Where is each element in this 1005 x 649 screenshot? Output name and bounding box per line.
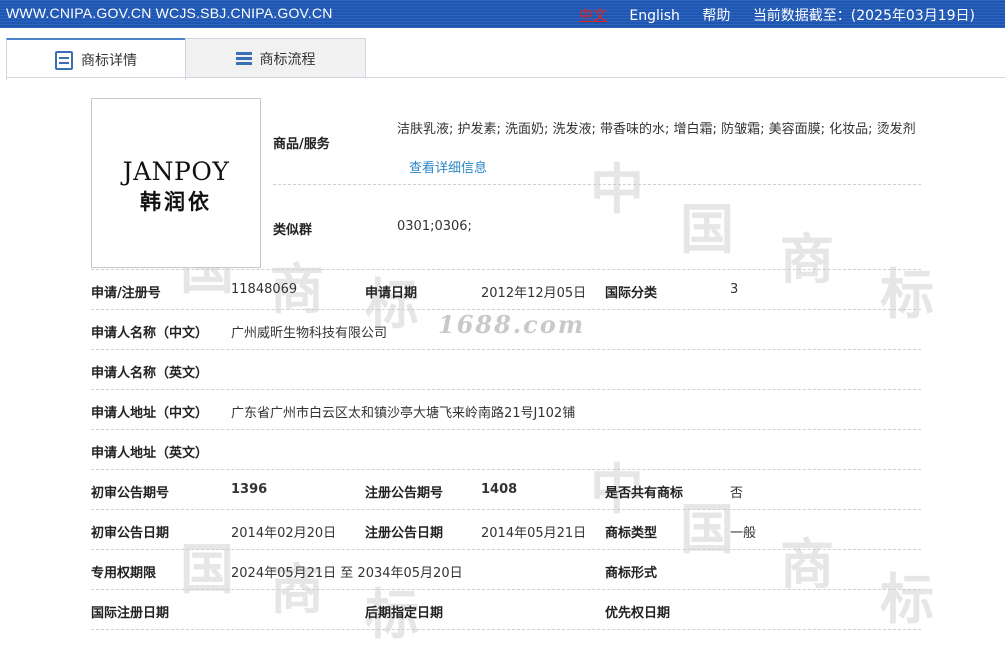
watermark-char: 商 bbox=[780, 228, 834, 291]
address-cn-value: 广东省广州市白云区太和镇沙亭大塘飞来岭南路21号J102铺 bbox=[231, 406, 576, 421]
reg-pub-date-value: 2014年05月21日 bbox=[481, 526, 587, 541]
divider bbox=[91, 349, 921, 350]
address-cn-label: 申请人地址（中文） bbox=[91, 406, 209, 421]
apply-date-value: 2012年12月05日 bbox=[481, 286, 587, 301]
document-icon bbox=[55, 50, 73, 70]
tm-type-value: 一般 bbox=[730, 526, 757, 541]
exclusive-value: 2024年05月21日 至 2034年05月20日 bbox=[231, 566, 463, 581]
help-link[interactable]: 帮助 bbox=[702, 8, 730, 24]
address-en-label: 申请人地址（英文） bbox=[91, 446, 209, 461]
shared-label: 是否共有商标 bbox=[605, 486, 684, 501]
reg-pub-no-label: 注册公告期号 bbox=[365, 486, 444, 501]
later-date-label: 后期指定日期 bbox=[365, 606, 444, 621]
tab-label: 商标流程 bbox=[259, 51, 316, 68]
top-bar-right: 中文 English 帮助 当前数据截至：(2025年03月19日) bbox=[561, 5, 975, 25]
tab-label: 商标详情 bbox=[81, 53, 137, 69]
watermark-char: 标 bbox=[880, 568, 934, 631]
prelim-date-label: 初审公告日期 bbox=[91, 526, 170, 541]
lang-chinese-link[interactable]: 中文 bbox=[579, 8, 607, 24]
top-bar: WWW.CNIPA.GOV.CN WCJS.SBJ.CNIPA.GOV.CN 中… bbox=[0, 0, 1005, 28]
watermark-char: 国 bbox=[180, 538, 234, 601]
list-icon bbox=[235, 51, 252, 66]
similar-group-value: 0301;0306; bbox=[397, 219, 472, 234]
priority-date-label: 优先权日期 bbox=[605, 606, 671, 621]
shared-value: 否 bbox=[730, 486, 744, 501]
tm-type-label: 商标类型 bbox=[605, 526, 658, 541]
intl-reg-date-label: 国际注册日期 bbox=[91, 606, 170, 621]
intl-class-label: 国际分类 bbox=[605, 286, 658, 301]
divider bbox=[91, 269, 921, 270]
applicant-en-label: 申请人名称（英文） bbox=[91, 366, 209, 381]
logo-text-en: JANPOY bbox=[122, 157, 230, 186]
divider bbox=[91, 629, 921, 630]
reg-no-value: 11848069 bbox=[231, 282, 298, 297]
divider bbox=[91, 469, 921, 470]
prelim-date-value: 2014年02月20日 bbox=[231, 526, 337, 541]
tab-divider bbox=[6, 77, 1005, 78]
reg-no-label: 申请/注册号 bbox=[91, 286, 161, 301]
intl-class-value: 3 bbox=[730, 282, 739, 297]
watermark-char: 商 bbox=[780, 533, 834, 596]
goods-text: 洁肤乳液; 护发素; 洗面奶; 洗发液; 带香味的水; 增白霜; 防皱霜; 美容… bbox=[397, 122, 916, 137]
divider bbox=[91, 309, 921, 310]
divider bbox=[91, 389, 921, 390]
watermark-char: 国 bbox=[680, 198, 734, 261]
prelim-no-label: 初审公告期号 bbox=[91, 486, 170, 501]
goods-label: 商品/服务 bbox=[273, 137, 330, 152]
watermark-char: 标 bbox=[880, 263, 934, 326]
trademark-image: JANPOY 韩润依 bbox=[91, 98, 261, 268]
logo-text-cn: 韩润依 bbox=[140, 189, 212, 214]
prelim-no-value: 1396 bbox=[231, 482, 268, 497]
divider bbox=[91, 509, 921, 510]
apply-date-label: 申请日期 bbox=[365, 286, 418, 301]
reg-pub-date-label: 注册公告日期 bbox=[365, 526, 444, 541]
goods-value: 洁肤乳液; 护发素; 洗面奶; 洗发液; 带香味的水; 增白霜; 防皱霜; 美容… bbox=[397, 110, 917, 188]
exclusive-label: 专用权期限 bbox=[91, 566, 157, 581]
divider bbox=[91, 589, 921, 590]
divider bbox=[91, 429, 921, 430]
watermark-char: 商 bbox=[270, 558, 324, 621]
tab-trademark-detail[interactable]: 商标详情 bbox=[6, 38, 186, 80]
view-details-link[interactable]: 查看详细信息 bbox=[409, 161, 487, 176]
tab-trademark-process[interactable]: 商标流程 bbox=[185, 38, 366, 78]
similar-group-label: 类似群 bbox=[273, 223, 313, 238]
watermark-1688: 1688.com bbox=[438, 310, 586, 339]
watermark-char: 国 bbox=[680, 498, 734, 561]
applicant-cn-label: 申请人名称（中文） bbox=[91, 326, 209, 341]
lang-english-link[interactable]: English bbox=[629, 8, 680, 24]
tm-form-label: 商标形式 bbox=[605, 566, 658, 581]
site-links[interactable]: WWW.CNIPA.GOV.CN WCJS.SBJ.CNIPA.GOV.CN bbox=[6, 5, 333, 21]
divider bbox=[91, 549, 921, 550]
applicant-cn-value: 广州威昕生物科技有限公司 bbox=[231, 326, 388, 341]
reg-pub-no-value: 1408 bbox=[481, 482, 518, 497]
divider bbox=[273, 184, 921, 185]
data-date-text: 当前数据截至：(2025年03月19日) bbox=[752, 8, 975, 24]
